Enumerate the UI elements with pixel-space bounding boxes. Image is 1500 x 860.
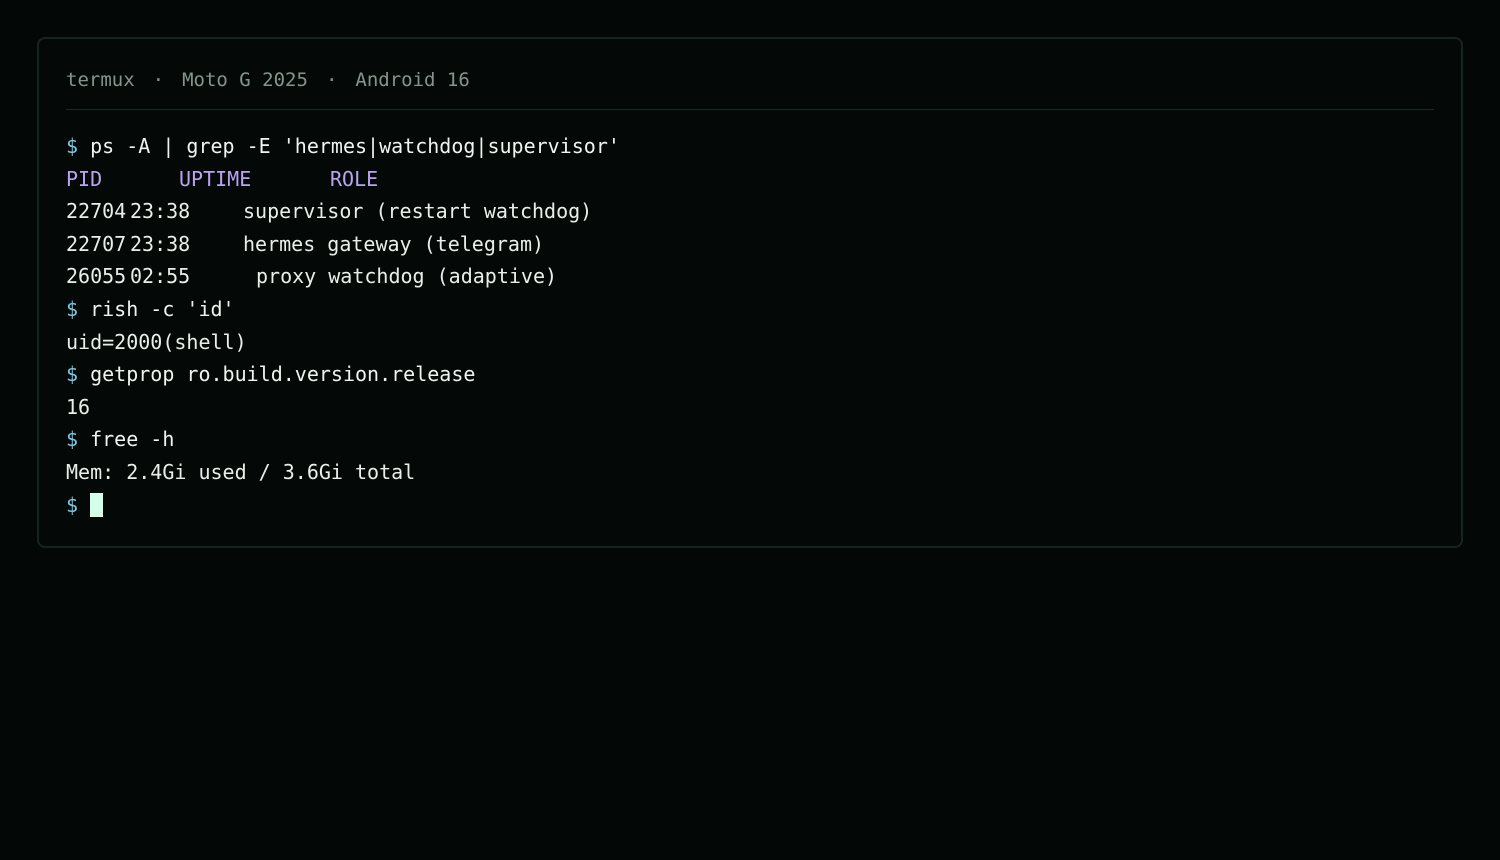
command-output: Mem: 2.4Gi used / 3.6Gi total — [66, 459, 416, 484]
prompt-symbol: $ — [66, 134, 79, 158]
terminal-window[interactable]: termux · Moto G 2025 · Android 16 $ ps -A | … — [37, 37, 1463, 548]
app-name: termux — [66, 69, 135, 91]
terminal-header: termux · Moto G 2025 · Android 16 — [66, 69, 1434, 110]
command-line: $ rish -c 'id' — [66, 293, 620, 326]
uptime-cell: 23:38 — [130, 199, 191, 224]
role-cell: supervisor (restart watchdog) — [243, 199, 593, 224]
command-text: getprop ro.build.version.release — [90, 362, 476, 387]
column-header-pid: PID — [66, 166, 103, 191]
text-cursor[interactable] — [90, 492, 104, 517]
table-header-row: PID UPTIME ROLE — [66, 163, 620, 196]
command-text: free -h — [90, 427, 175, 452]
command-line: $ getprop ro.build.version.release — [66, 358, 620, 391]
command-line: $ ps -A | grep -E 'hermes|watchdog|super… — [66, 130, 620, 163]
command-output: 16 — [66, 394, 91, 419]
device-name: Moto G 2025 — [182, 69, 308, 91]
table-row: 22707 23:38 hermes gateway (telegram) — [66, 228, 620, 261]
uptime-cell: 02:55 — [130, 264, 191, 289]
header-separator: · — [152, 69, 165, 91]
role-cell: proxy watchdog (adaptive) — [256, 264, 558, 289]
prompt-symbol: $ — [66, 296, 79, 321]
table-row: 22704 23:38 supervisor (restart watchdog) — [66, 195, 620, 228]
role-cell: hermes gateway (telegram) — [243, 231, 545, 256]
command-text: ps -A | grep -E 'hermes|watchdog|supervi… — [90, 134, 620, 158]
uptime-cell: 23:38 — [130, 231, 191, 256]
pid-cell: 26055 — [66, 264, 127, 289]
table-row: 26055 02:55 proxy watchdog (adaptive) — [66, 260, 620, 293]
prompt-symbol: $ — [66, 362, 79, 387]
terminal-output: $ ps -A | grep -E 'hermes|watchdog|super… — [66, 130, 620, 521]
column-header-role: ROLE — [330, 166, 379, 191]
pid-cell: 22707 — [66, 231, 127, 256]
prompt-symbol: $ — [66, 492, 79, 517]
active-prompt-line[interactable]: $ — [66, 489, 620, 522]
pid-cell: 22704 — [66, 199, 127, 224]
command-line: $ free -h — [66, 423, 620, 456]
command-output: uid=2000(shell) — [66, 329, 247, 354]
column-header-uptime: UPTIME — [179, 166, 252, 191]
header-separator: · — [325, 69, 338, 91]
os-version: Android 16 — [355, 69, 470, 91]
command-text: rish -c 'id' — [90, 296, 235, 321]
prompt-symbol: $ — [66, 427, 79, 452]
